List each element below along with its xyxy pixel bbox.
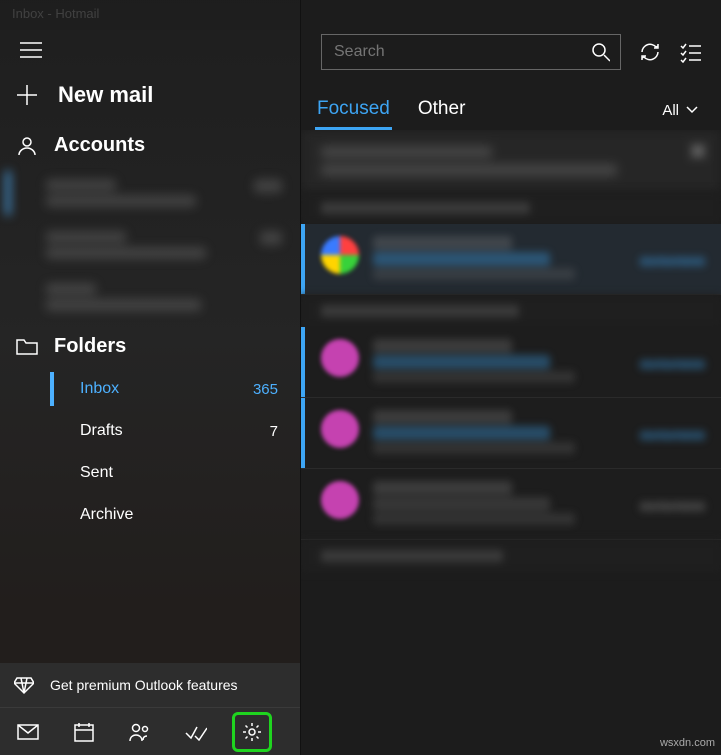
todo-icon xyxy=(185,723,207,741)
new-mail-button[interactable]: New mail xyxy=(0,66,300,126)
folder-drafts[interactable]: Drafts 7 xyxy=(0,410,300,452)
folder-name: Drafts xyxy=(80,422,123,440)
message-preview xyxy=(373,236,626,280)
date-group-header xyxy=(301,295,721,327)
folders-label: Folders xyxy=(54,335,126,358)
close-icon[interactable] xyxy=(691,144,705,163)
folder-name: Sent xyxy=(80,464,113,482)
mail-icon xyxy=(17,724,39,740)
app-switch-bar xyxy=(0,707,300,755)
account-item[interactable] xyxy=(0,219,300,271)
hamburger-button[interactable] xyxy=(0,30,300,66)
avatar xyxy=(321,481,359,519)
search-input[interactable] xyxy=(334,43,591,61)
tab-focused[interactable]: Focused xyxy=(315,90,392,130)
folder-count: 365 xyxy=(253,381,278,398)
other-summary-banner[interactable] xyxy=(301,130,721,192)
person-icon xyxy=(16,135,38,157)
search-box[interactable] xyxy=(321,34,621,70)
tab-other[interactable]: Other xyxy=(416,90,468,130)
folder-name: Archive xyxy=(80,506,133,524)
folders-header[interactable]: Folders xyxy=(0,327,300,368)
sync-button[interactable] xyxy=(639,41,661,63)
folder-count: 7 xyxy=(270,423,278,440)
message-preview xyxy=(373,410,626,454)
folder-archive[interactable]: Archive xyxy=(0,494,300,536)
accounts-label: Accounts xyxy=(54,134,145,157)
message-date: 00/00/0000 xyxy=(640,428,705,443)
gear-icon xyxy=(242,722,262,742)
message-item[interactable]: 00/00/0000 xyxy=(301,327,721,398)
people-icon xyxy=(129,722,151,742)
date-group-header xyxy=(301,192,721,224)
message-list[interactable]: 00/00/0000 00/00/0000 00/00/0000 xyxy=(301,130,721,755)
message-preview xyxy=(373,481,626,525)
folder-inbox[interactable]: Inbox 365 xyxy=(0,368,300,410)
hamburger-icon xyxy=(20,42,42,58)
todo-app-button[interactable] xyxy=(168,708,224,755)
chevron-down-icon xyxy=(685,103,699,117)
message-item[interactable]: 00/00/0000 xyxy=(301,224,721,295)
message-item[interactable]: 00/00/0000 xyxy=(301,469,721,540)
folder-icon xyxy=(16,337,38,357)
filter-label: All xyxy=(662,102,679,119)
filter-dropdown[interactable]: All xyxy=(662,102,699,119)
mail-app-button[interactable] xyxy=(0,708,56,755)
select-mode-button[interactable] xyxy=(679,41,701,63)
watermark: wsxdn.com xyxy=(660,737,715,749)
new-mail-label: New mail xyxy=(58,82,153,108)
message-preview xyxy=(373,339,626,383)
settings-button[interactable] xyxy=(224,708,280,755)
account-item[interactable] xyxy=(0,271,300,323)
avatar xyxy=(321,410,359,448)
avatar xyxy=(321,236,359,274)
premium-banner[interactable]: Get premium Outlook features xyxy=(0,663,300,707)
accounts-header[interactable]: Accounts xyxy=(0,126,300,167)
message-list-pane: Focused Other All xyxy=(300,0,721,755)
folder-name: Inbox xyxy=(80,380,119,398)
search-icon xyxy=(591,42,610,62)
message-date: 00/00/0000 xyxy=(640,254,705,269)
people-app-button[interactable] xyxy=(112,708,168,755)
message-date: 00/00/0000 xyxy=(640,499,705,514)
plus-icon xyxy=(16,84,38,106)
calendar-app-button[interactable] xyxy=(56,708,112,755)
folder-sent[interactable]: Sent xyxy=(0,452,300,494)
calendar-icon xyxy=(74,722,94,742)
diamond-icon xyxy=(14,675,34,695)
sidebar: New mail Accounts xyxy=(0,0,300,755)
avatar xyxy=(321,339,359,377)
date-group-header xyxy=(301,540,721,572)
premium-label: Get premium Outlook features xyxy=(50,677,238,693)
account-item[interactable] xyxy=(0,167,300,219)
message-item[interactable]: 00/00/0000 xyxy=(301,398,721,469)
message-date: 00/00/0000 xyxy=(640,357,705,372)
